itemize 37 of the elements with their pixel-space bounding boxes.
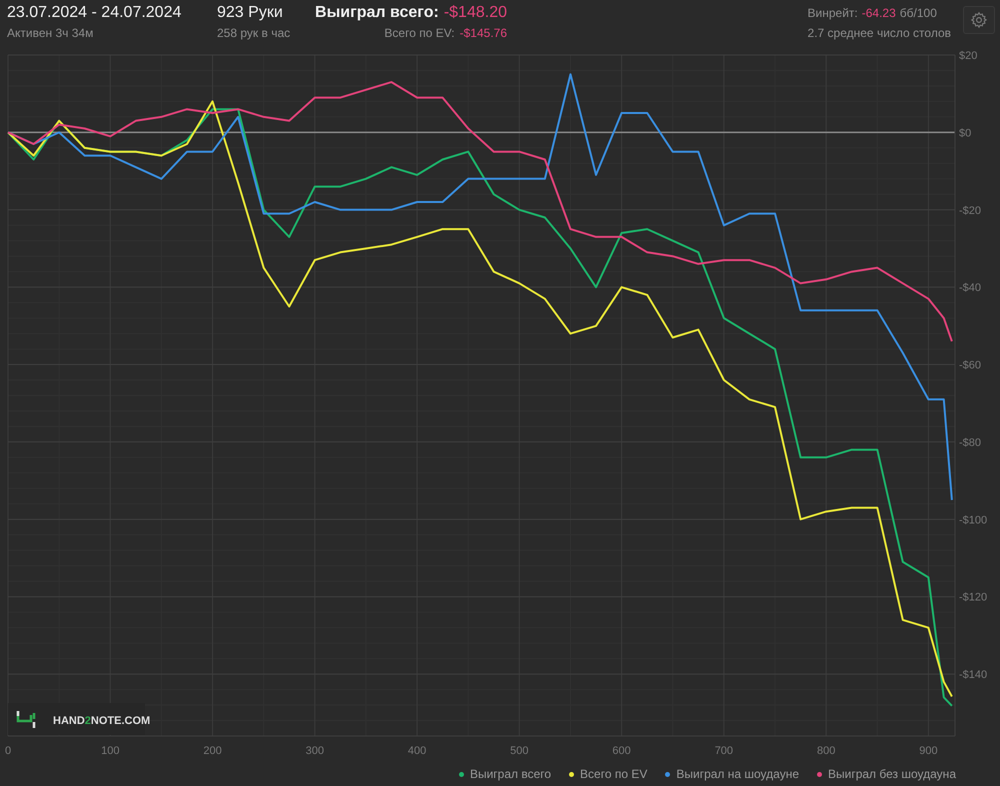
axis-tick-label: 800 xyxy=(816,745,836,757)
ev-total-value: -$145.76 xyxy=(460,26,507,40)
axis-tick-label: 400 xyxy=(408,745,426,757)
axis-tick-label: $20 xyxy=(959,50,978,62)
axis-tick-label: -$20 xyxy=(959,204,982,217)
won-total-label: Выиграл всего: xyxy=(315,4,439,22)
axis-tick-label: -$60 xyxy=(959,360,982,372)
axis-tick-label: -$140 xyxy=(959,669,988,682)
axis-tick-label: -$40 xyxy=(959,282,982,294)
average-tables: 2.7 среднее число столов xyxy=(808,26,951,40)
settings-button[interactable] xyxy=(963,6,995,34)
legend-label: Выиграл всего xyxy=(470,767,552,781)
axis-tick-label: $0 xyxy=(959,127,972,140)
axis-tick-label: -$120 xyxy=(959,592,988,604)
axis-tick-label: -$100 xyxy=(959,514,988,526)
legend-label: Выиграл без шоудауна xyxy=(828,767,956,781)
date-range: 23.07.2024 - 24.07.2024 xyxy=(7,4,182,22)
legend-label: Выиграл на шоудауне xyxy=(676,767,799,781)
won-total-value: -$148.20 xyxy=(444,4,507,22)
axis-tick-label: 500 xyxy=(510,745,529,757)
winrate-value: -64.23 xyxy=(862,6,896,20)
winrate-label: Винрейт: xyxy=(808,6,858,20)
axis-tick-label: 600 xyxy=(612,745,631,757)
axis-tick-label: 0 xyxy=(4,745,12,757)
hands-per-hour: 258 рук в час xyxy=(217,26,292,40)
ev-total-label: Всего по EV: xyxy=(384,26,455,40)
active-time: Активен 3ч 34м xyxy=(7,26,94,40)
settings-icon xyxy=(970,11,988,29)
legend-label: Всего по EV xyxy=(580,767,648,781)
axis-tick-label: -$80 xyxy=(959,436,982,449)
axis-tick-label: 900 xyxy=(919,745,938,757)
axis-tick-label: 100 xyxy=(101,745,120,757)
axis-tick-label: 300 xyxy=(306,745,324,757)
axis-tick-label: 700 xyxy=(714,745,734,757)
logo: HAND2NOTE.COM xyxy=(8,703,150,735)
winrate-unit: бб/100 xyxy=(900,6,937,20)
axis-tick-label: 200 xyxy=(203,745,222,757)
